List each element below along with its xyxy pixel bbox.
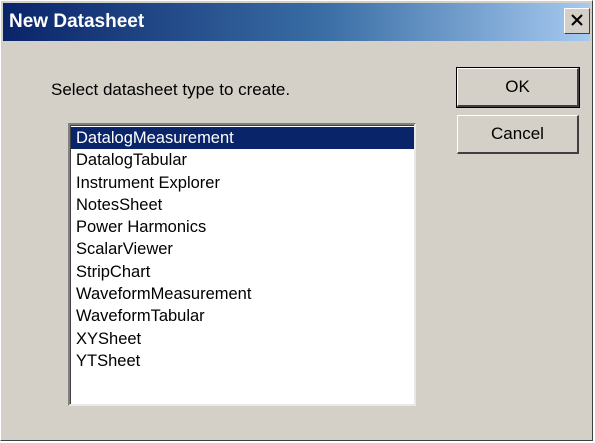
close-button[interactable] (564, 8, 590, 34)
list-item[interactable]: Instrument Explorer (71, 172, 414, 194)
list-item[interactable]: DatalogMeasurement (71, 127, 414, 150)
list-item[interactable]: YTSheet (71, 350, 414, 372)
list-item[interactable]: Power Harmonics (71, 216, 414, 238)
datasheet-type-list[interactable]: DatalogMeasurement DatalogTabular Instrume… (68, 123, 416, 406)
list-item[interactable]: NotesSheet (71, 194, 414, 216)
cancel-button[interactable]: Cancel (457, 115, 579, 154)
list-item[interactable]: WaveformTabular (71, 305, 414, 327)
title-bar[interactable]: New Datasheet (3, 3, 590, 41)
close-icon (571, 14, 583, 26)
list-item[interactable]: ScalarViewer (71, 238, 414, 260)
list-item[interactable]: DatalogTabular (71, 149, 414, 171)
prompt-label: Select datasheet type to create. (51, 80, 291, 99)
list-item[interactable]: XYSheet (71, 328, 414, 350)
ok-button[interactable]: OK (456, 67, 580, 108)
list-item[interactable]: StripChart (71, 261, 414, 283)
dialog-title: New Datasheet (9, 11, 145, 32)
new-datasheet-dialog: New Datasheet Select datasheet type to c… (0, 0, 593, 441)
list-item[interactable]: WaveformMeasurement (71, 283, 414, 305)
datasheet-type-list-items: DatalogMeasurement DatalogTabular Instrume… (70, 125, 414, 404)
